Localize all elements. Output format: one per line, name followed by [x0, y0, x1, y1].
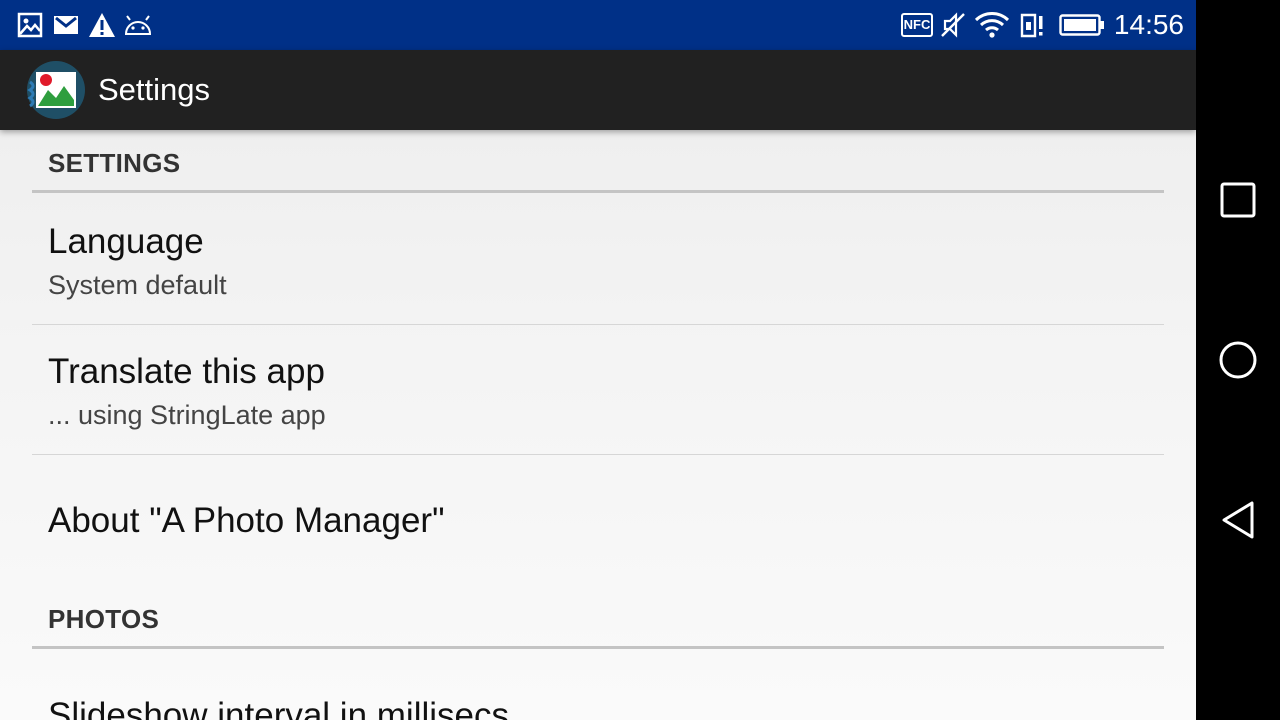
page-title: Settings — [98, 72, 211, 107]
pref-language[interactable]: Language System default — [32, 194, 1164, 324]
clock-time: 14:56 — [1113, 9, 1184, 40]
action-bar: Settings — [0, 50, 1196, 130]
device-screen: NFC 14:56 Settings SETTINGS Language Sys… — [0, 0, 1196, 720]
warning-icon — [88, 12, 116, 38]
status-bar: NFC 14:56 — [0, 0, 1196, 50]
nfc-label: NFC — [900, 13, 934, 37]
wifi-icon — [974, 12, 1010, 38]
home-icon — [1219, 341, 1257, 379]
pref-about[interactable]: About "A Photo Manager" — [32, 455, 1164, 585]
sim-alert-icon — [1018, 12, 1048, 38]
gmail-icon — [52, 12, 80, 38]
navigation-bar — [1196, 0, 1280, 720]
vibrate-off-icon — [938, 12, 968, 38]
back-button[interactable] — [1196, 478, 1280, 562]
recents-button[interactable] — [1196, 158, 1280, 242]
pref-title: Translate this app — [48, 352, 325, 391]
pref-slideshow-interval[interactable]: Slideshow interval in millisecs — [32, 650, 1164, 720]
pref-title: About "A Photo Manager" — [48, 501, 445, 540]
nfc-icon: NFC — [900, 12, 934, 38]
battery-icon — [1058, 12, 1106, 38]
recents-icon — [1220, 182, 1256, 218]
android-debug-icon — [122, 12, 154, 38]
section-header-settings: SETTINGS — [48, 148, 181, 178]
pref-title: Language — [48, 222, 204, 261]
pref-summary: ... using StringLate app — [48, 400, 326, 430]
home-button[interactable] — [1196, 318, 1280, 402]
pref-translate-app[interactable]: Translate this app ... using StringLate … — [32, 325, 1164, 454]
section-divider — [32, 190, 1164, 193]
pref-summary: System default — [48, 270, 227, 300]
app-logo-icon — [26, 60, 86, 120]
gallery-icon — [16, 12, 44, 38]
section-divider — [32, 646, 1164, 649]
pref-title: Slideshow interval in millisecs — [48, 696, 509, 720]
section-header-photos: PHOTOS — [48, 604, 160, 634]
back-icon — [1222, 501, 1254, 539]
